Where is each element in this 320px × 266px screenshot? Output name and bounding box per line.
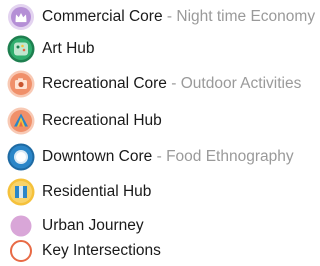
legend-item-title: Downtown Core [42, 148, 153, 165]
ring-icon [7, 143, 35, 171]
legend-item-separator: - [152, 148, 167, 165]
legend-item-separator: - [162, 8, 177, 25]
tent-icon [7, 107, 35, 135]
legend-item-art-hub: Art Hub [6, 34, 95, 64]
building-icon [7, 178, 35, 206]
legend-item-recreational-hub: Recreational Hub [6, 106, 162, 136]
legend-item-title: Residential Hub [42, 183, 152, 200]
crown-icon [8, 4, 34, 30]
legend-item-commercial-core: Commercial Core - Night time Economy [6, 2, 315, 32]
legend-item-title: Recreational Core [42, 75, 167, 92]
legend-item-subtitle: Food Ethnography [166, 148, 294, 165]
legend-item-title: Key Intersections [42, 242, 161, 259]
legend-item-separator: - [166, 75, 181, 92]
legend-item-title: Recreational Hub [42, 112, 162, 129]
legend-item-title: Art Hub [42, 40, 95, 57]
palette-icon [7, 35, 35, 63]
legend-item-title: Commercial Core [42, 8, 163, 25]
legend-item-key-intersections: Key Intersections [6, 236, 161, 266]
legend-item-subtitle: Night time Economy [176, 8, 316, 25]
legend-item-subtitle: Outdoor Activities [180, 75, 302, 92]
legend-item-label: Recreational Core - Outdoor Activities [42, 69, 301, 99]
legend-item-downtown-core: Downtown Core - Food Ethnography [6, 142, 294, 172]
legend-item-label: Commercial Core - Night time Economy [42, 2, 315, 32]
legend-item-label: Downtown Core - Food Ethnography [42, 142, 294, 172]
camera-icon [7, 70, 35, 98]
legend-item-recreational-core: Recreational Core - Outdoor Activities [6, 69, 301, 99]
circle-outline-icon [10, 240, 32, 262]
map-legend: Commercial Core - Night time Economy Art… [0, 0, 315, 266]
legend-item-residential-hub: Residential Hub [6, 177, 151, 207]
